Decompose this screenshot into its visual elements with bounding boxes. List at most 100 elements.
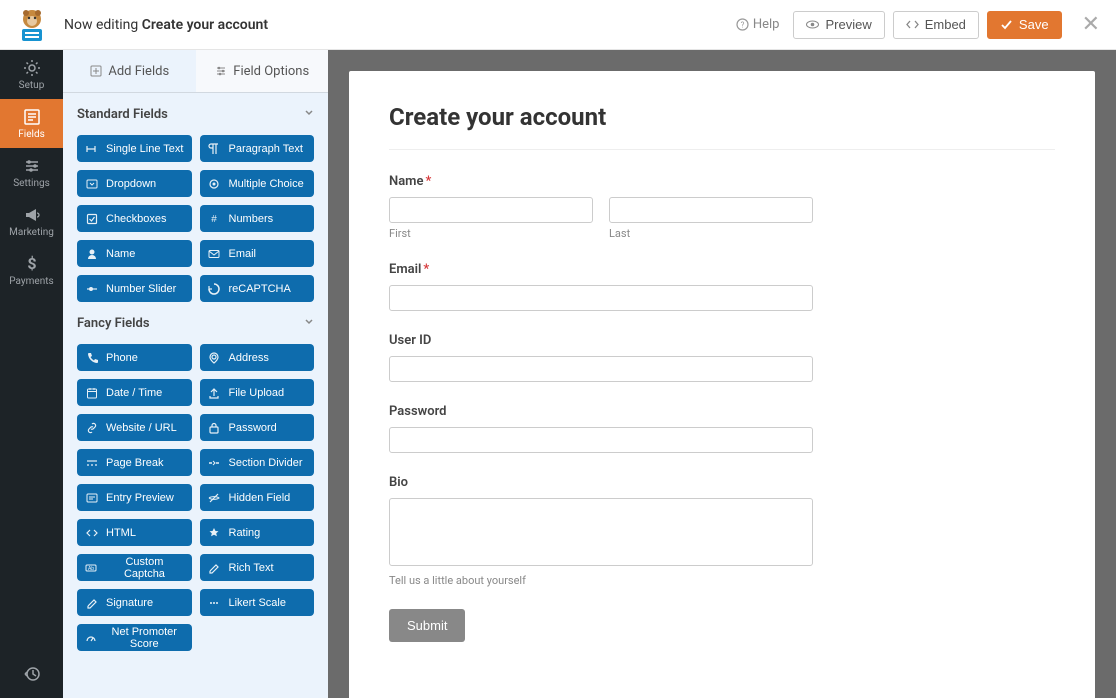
phone-icon [85,351,98,364]
nav-payments[interactable]: $ Payments [0,246,63,295]
field-dropdown[interactable]: Dropdown [77,170,192,197]
svg-text:#: # [211,214,217,225]
net-promoter-score-icon [85,631,97,644]
password-icon [208,421,221,434]
chevron-down-icon [304,316,314,331]
input-bio[interactable] [389,498,813,566]
field-checkboxes[interactable]: Checkboxes [77,205,192,232]
field-signature[interactable]: Signature [77,589,192,616]
nav-history[interactable] [0,650,63,698]
app-logo [12,5,52,45]
nav-setup[interactable]: Setup [0,50,63,99]
field-html[interactable]: HTML [77,519,192,546]
email-icon [208,247,221,260]
field-number-slider[interactable]: Number Slider [77,275,192,302]
svg-text:Ab: Ab [88,566,94,572]
paragraph-text-icon [208,142,221,155]
left-nav: Setup Fields Settings Marketing $ Paymen… [0,50,63,698]
input-userid[interactable] [389,356,813,382]
checkboxes-icon [85,212,98,225]
form-icon [23,108,41,126]
input-first-name[interactable] [389,197,593,223]
history-icon [23,665,41,683]
submit-button[interactable]: Submit [389,609,465,642]
nav-marketing[interactable]: Marketing [0,197,63,246]
field-address[interactable]: Address [200,344,315,371]
field-recaptcha[interactable]: reCAPTCHA [200,275,315,302]
rating-icon [208,526,221,539]
field-file-upload[interactable]: File Upload [200,379,315,406]
section-standard[interactable]: Standard Fields [77,93,314,135]
field-name[interactable]: Name [77,240,192,267]
preview-button[interactable]: Preview [793,11,884,39]
single-line-text-icon [85,142,98,155]
form-preview: Create your account Name* First Last Ema… [349,71,1095,698]
tab-field-options[interactable]: Field Options [196,50,329,92]
field-bio[interactable]: Bio Tell us a little about yourself [389,475,1055,587]
field-phone[interactable]: Phone [77,344,192,371]
field-password[interactable]: Password [200,414,315,441]
bio-helptext: Tell us a little about yourself [389,574,1055,587]
html-icon [85,526,98,539]
dollar-icon: $ [23,255,41,273]
nav-fields[interactable]: Fields [0,99,63,148]
date-time-icon [85,386,98,399]
website-url-icon [85,421,98,434]
field-email[interactable]: Email* [389,262,1055,311]
input-password[interactable] [389,427,813,453]
field-rating[interactable]: Rating [200,519,315,546]
dropdown-icon [85,177,98,190]
name-icon [85,247,98,260]
form-canvas: Create your account Name* First Last Ema… [328,50,1116,698]
page-break-icon [85,456,98,469]
close-icon[interactable]: ✕ [1082,12,1100,37]
help-link[interactable]: ? Help [736,17,780,32]
rich-text-icon [208,561,221,574]
field-multiple-choice[interactable]: Multiple Choice [200,170,315,197]
sliders-icon [23,157,41,175]
field-website-url[interactable]: Website / URL [77,414,192,441]
field-custom-captcha[interactable]: AbCustom Captcha [77,554,192,581]
number-slider-icon [85,282,98,295]
field-date-time[interactable]: Date / Time [77,379,192,406]
input-email[interactable] [389,285,813,311]
svg-text:$: $ [27,255,36,273]
file-upload-icon [208,386,221,399]
code-icon [906,18,919,31]
form-title: Create your account [389,103,1055,150]
sublabel-first: First [389,227,593,240]
field-entry-preview[interactable]: Entry Preview [77,484,192,511]
multiple-choice-icon [208,177,221,190]
add-icon [89,65,102,78]
field-net-promoter-score[interactable]: Net Promoter Score [77,624,192,651]
field-rich-text[interactable]: Rich Text [200,554,315,581]
editing-label: Now editing Create your account [64,17,268,33]
field-email[interactable]: Email [200,240,315,267]
signature-icon [85,596,98,609]
input-last-name[interactable] [609,197,813,223]
hidden-field-icon [208,491,221,504]
numbers-icon: # [208,212,221,225]
tab-add-fields[interactable]: Add Fields [63,50,196,92]
embed-button[interactable]: Embed [893,11,979,39]
sublabel-last: Last [609,227,813,240]
field-name[interactable]: Name* First Last [389,174,1055,240]
chevron-down-icon [304,107,314,122]
field-page-break[interactable]: Page Break [77,449,192,476]
entry-preview-icon [85,491,98,504]
field-userid[interactable]: User ID [389,333,1055,382]
nav-settings[interactable]: Settings [0,148,63,197]
field-numbers[interactable]: #Numbers [200,205,315,232]
custom-captcha-icon: Ab [85,561,97,574]
field-password[interactable]: Password [389,404,1055,453]
section-fancy[interactable]: Fancy Fields [77,302,314,344]
field-hidden-field[interactable]: Hidden Field [200,484,315,511]
svg-text:?: ? [740,21,744,30]
field-paragraph-text[interactable]: Paragraph Text [200,135,315,162]
megaphone-icon [23,206,41,224]
field-single-line-text[interactable]: Single Line Text [77,135,192,162]
fields-sidebar: Add Fields Field Options Standard Fields… [63,50,328,698]
save-button[interactable]: Save [987,11,1062,39]
field-section-divider[interactable]: Section Divider [200,449,315,476]
field-likert-scale[interactable]: Likert Scale [200,589,315,616]
